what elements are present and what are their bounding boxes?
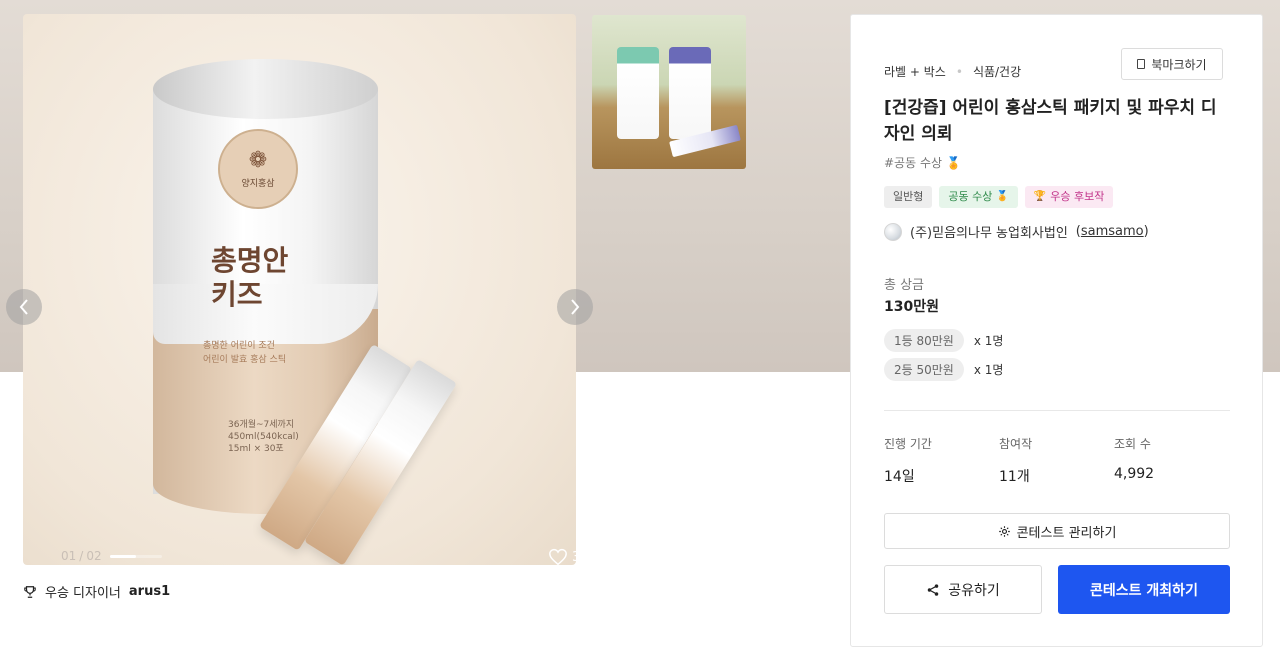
product-name: 총명안 키즈 (211, 244, 288, 312)
gear-icon (998, 525, 1010, 537)
bookmark-button[interactable]: 북마크하기 (1121, 48, 1223, 80)
hashtag-text: #공동 수상 (884, 156, 943, 170)
prize-total: 130만원 (884, 299, 939, 315)
host-contest-label: 콘테스트 개최하기 (1090, 582, 1198, 599)
breadcrumb: 라벨 + 박스 • 식품/건강 (884, 63, 1021, 80)
brand-name: 양지홍삼 (241, 178, 275, 189)
heart-icon (549, 548, 567, 565)
thumbnail-can-purple (669, 47, 711, 139)
tag-candidate: 🏆 우승 후보작 (1024, 186, 1114, 208)
product-name-line1: 총명안 (211, 244, 289, 277)
gallery-counter: 01 / 02 (61, 549, 162, 563)
stat-period: 진행 기간 14일 (884, 435, 932, 486)
chevron-right-icon (571, 299, 580, 315)
trophy-icon (24, 585, 36, 598)
tag-type: 일반형 (884, 186, 933, 208)
medal-icon: 🏅 (946, 155, 961, 170)
host-name: (주)믿음의나무 농업회사법인 (910, 226, 1068, 241)
main-product-image[interactable]: ❁ 양지홍삼 총명안 키즈 총명한 어린이 조건 어린이 발효 홍삼 스틱 36… (23, 14, 576, 565)
share-button[interactable]: 공유하기 (884, 565, 1042, 614)
tag-type-label: 일반형 (893, 190, 924, 203)
prize-count: x 1명 (973, 363, 1004, 377)
tag-joint: 공동 수상 🏅 (939, 186, 1018, 208)
product-info-line1: 36개월~7세까지 (228, 420, 295, 430)
product-sub-line2: 어린이 발효 홍삼 스틱 (203, 355, 287, 365)
can-lid (153, 59, 378, 119)
tag-list: 일반형 공동 수상 🏅 🏆 우승 후보작 (884, 186, 1114, 208)
flower-icon: ❁ (248, 147, 268, 173)
medal-icon: 🏅 (996, 191, 1009, 202)
tag-candidate-label: 우승 후보작 (1050, 190, 1105, 203)
product-info-line2: 450ml(540kcal) (228, 432, 299, 442)
prize-rank: 1등 80만원 (884, 329, 964, 352)
like-button[interactable]: 33 (548, 548, 576, 565)
stat-views-value: 4,992 (1114, 466, 1155, 482)
stat-views-label: 조회 수 (1114, 437, 1151, 451)
bookmark-icon (1137, 59, 1146, 69)
prize-rank: 2등 50만원 (884, 358, 964, 381)
category-secondary[interactable]: 식품/건강 (973, 63, 1021, 80)
brand-badge: ❁ 양지홍삼 (218, 129, 298, 209)
tag-joint-label: 공동 수상 (948, 190, 993, 203)
manage-contest-button[interactable]: 콘테스트 관리하기 (884, 513, 1230, 549)
prize-count: x 1명 (973, 334, 1004, 348)
breadcrumb-dot: • (955, 64, 963, 79)
stat-entries-value: 11개 (999, 469, 1030, 485)
category-primary[interactable]: 라벨 + 박스 (884, 63, 946, 80)
prize-row: 1등 80만원 x 1명 (884, 329, 1003, 352)
stat-entries: 참여작 11개 (999, 435, 1032, 486)
like-count: 33 (572, 550, 576, 565)
gallery-prev-button[interactable] (6, 289, 42, 325)
host-info[interactable]: (주)믿음의나무 농업회사법인 (samsamo) (884, 222, 1149, 241)
gallery-progress-fill (109, 554, 136, 558)
host-id-link[interactable]: samsamo (1081, 224, 1144, 239)
product-name-line2: 키즈 (211, 278, 263, 311)
stat-period-label: 진행 기간 (884, 437, 932, 451)
product-info: 36개월~7세까지 450ml(540kcal) 15ml × 30포 (228, 419, 299, 455)
divider (884, 410, 1230, 411)
share-label: 공유하기 (948, 582, 1000, 599)
winner-designer: 우승 디자이너 arus1 (23, 582, 170, 601)
thumbnail-can-green (617, 47, 659, 139)
contest-info-panel: 라벨 + 박스 • 식품/건강 북마크하기 [건강즙] 어린이 홍삼스틱 패키지… (850, 14, 1263, 647)
prize-row: 2등 50만원 x 1명 (884, 358, 1003, 381)
prize-label: 총 상금 (884, 278, 925, 293)
winner-name[interactable]: arus1 (129, 584, 170, 599)
bookmark-label: 북마크하기 (1151, 57, 1207, 72)
gallery-progress (109, 554, 162, 558)
product-subtitle: 총명한 어린이 조건 어린이 발효 홍삼 스틱 (203, 339, 286, 367)
share-icon (927, 583, 939, 596)
winner-label: 우승 디자이너 (45, 586, 121, 601)
counter-total: 02 (86, 549, 102, 563)
gallery-thumbnail[interactable] (592, 15, 746, 169)
manage-contest-label: 콘테스트 관리하기 (1016, 525, 1117, 541)
product-sub-line1: 총명한 어린이 조건 (203, 341, 275, 351)
stat-period-value: 14일 (884, 469, 915, 485)
gallery-next-button[interactable] (557, 289, 593, 325)
avatar (884, 222, 902, 241)
contest-title: [건강즙] 어린이 홍삼스틱 패키지 및 파우치 디자인 의뢰 (884, 98, 1217, 144)
stat-entries-label: 참여작 (999, 437, 1033, 451)
product-info-line3: 15ml × 30포 (228, 444, 284, 454)
hashtag: #공동 수상 🏅 (884, 154, 961, 171)
counter-sep: / (79, 549, 84, 563)
host-id-wrap: (samsamo) (1075, 224, 1149, 239)
trophy-icon: 🏆 (1033, 191, 1047, 202)
stat-views: 조회 수 4,992 (1114, 435, 1154, 482)
counter-current: 01 (61, 549, 77, 563)
host-contest-button[interactable]: 콘테스트 개최하기 (1058, 565, 1230, 614)
chevron-left-icon (19, 299, 28, 315)
